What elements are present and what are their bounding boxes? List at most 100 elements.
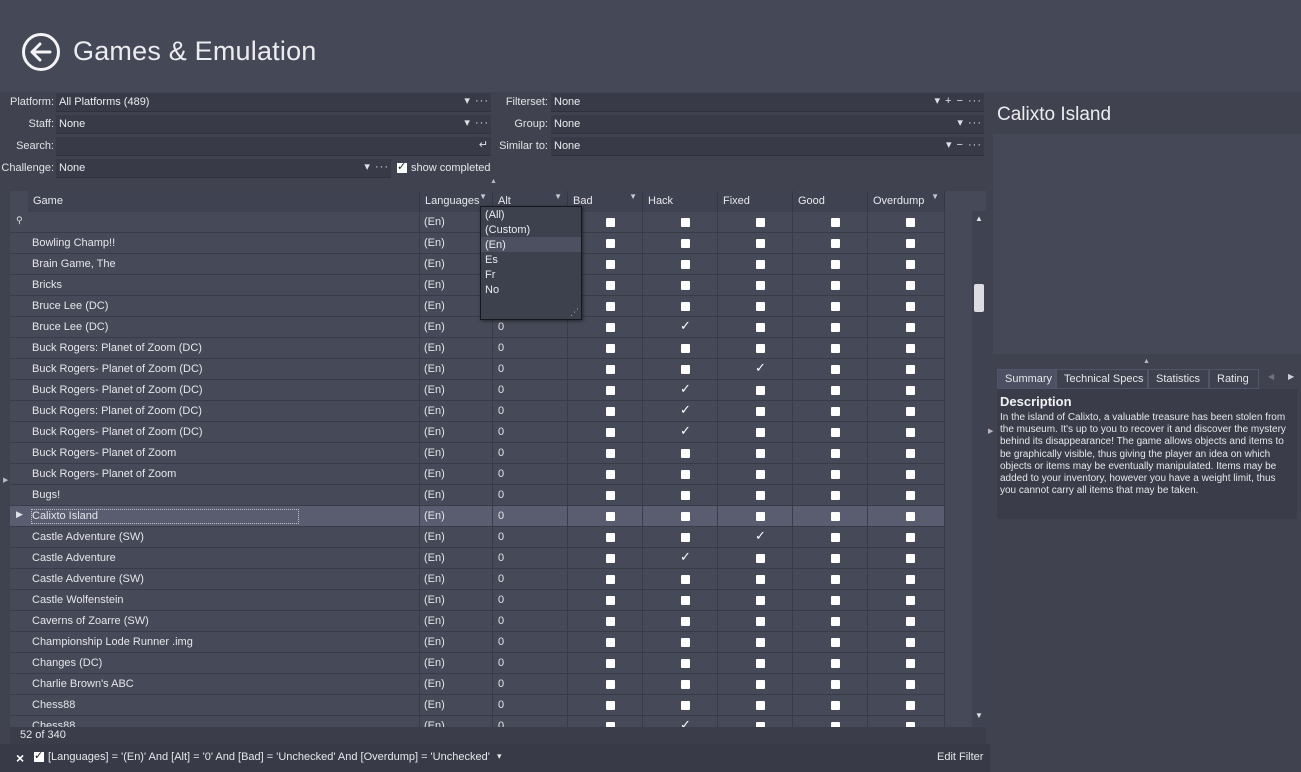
overdump-checkbox[interactable] bbox=[906, 365, 915, 374]
table-row[interactable]: Castle Adventure (SW) (En) 0 bbox=[10, 569, 945, 590]
bad-checkbox[interactable] bbox=[606, 428, 615, 437]
fixed-checkbox[interactable] bbox=[756, 554, 765, 563]
overdump-checkbox[interactable] bbox=[906, 302, 915, 311]
table-row[interactable]: Castle Adventure (SW) (En) 0 ✓ bbox=[10, 527, 945, 548]
table-row[interactable]: Buck Rogers- Planet of Zoom (DC) (En) 0 ✓ bbox=[10, 380, 945, 401]
table-row[interactable]: Castle Wolfenstein (En) 0 bbox=[10, 590, 945, 611]
fixed-checkbox[interactable] bbox=[756, 302, 765, 311]
table-row[interactable]: Bugs! (En) 0 bbox=[10, 485, 945, 506]
filter-enabled-checkbox[interactable]: ✓ bbox=[34, 751, 44, 762]
search-input[interactable]: ↵ bbox=[56, 137, 491, 156]
scroll-down-icon[interactable]: ▼ bbox=[975, 711, 983, 720]
clear-filter-icon[interactable]: × bbox=[16, 750, 24, 766]
good-checkbox[interactable] bbox=[831, 596, 840, 605]
overdump-checkbox[interactable] bbox=[906, 512, 915, 521]
scroll-up-icon[interactable]: ▲ bbox=[975, 214, 983, 223]
hack-checkbox[interactable] bbox=[681, 512, 690, 521]
expand-left-icon[interactable]: ▶ bbox=[3, 476, 8, 484]
good-checkbox[interactable] bbox=[831, 344, 840, 353]
fixed-checkbox[interactable] bbox=[756, 428, 765, 437]
table-row[interactable]: Bruce Lee (DC)(En)0 bbox=[10, 296, 945, 317]
auto-filter-row[interactable]: ⚲ (En) bbox=[10, 212, 945, 233]
bad-checkbox[interactable] bbox=[606, 575, 615, 584]
grid-cell[interactable] bbox=[493, 317, 568, 337]
table-row[interactable]: Castle Adventure (En) 0 ✓ bbox=[10, 548, 945, 569]
bad-checkbox[interactable] bbox=[606, 344, 615, 353]
bad-checkbox[interactable] bbox=[606, 512, 615, 521]
overdump-checkbox[interactable] bbox=[906, 260, 915, 269]
edit-filter-button[interactable]: Edit Filter bbox=[937, 751, 983, 763]
filter-icon[interactable]: ▼ bbox=[554, 192, 562, 201]
table-row[interactable]: Buck Rogers: Planet of Zoom (DC) (En) 0 bbox=[10, 338, 945, 359]
hack-checkbox[interactable] bbox=[681, 701, 690, 710]
vertical-scrollbar[interactable]: ▲ ▼ bbox=[972, 211, 986, 727]
hack-checkbox[interactable] bbox=[681, 533, 690, 542]
grid-cell[interactable] bbox=[493, 695, 568, 715]
grid-cell[interactable] bbox=[28, 485, 420, 505]
overdump-checkbox[interactable] bbox=[906, 386, 915, 395]
fixed-checkbox[interactable] bbox=[756, 575, 765, 584]
column-header-fixed[interactable]: Fixed bbox=[718, 191, 793, 212]
good-checkbox[interactable] bbox=[831, 323, 840, 332]
good-checkbox[interactable] bbox=[831, 365, 840, 374]
hack-checkbox[interactable] bbox=[681, 659, 690, 668]
bad-checkbox[interactable] bbox=[606, 659, 615, 668]
overdump-checkbox[interactable] bbox=[906, 428, 915, 437]
good-checkbox[interactable] bbox=[831, 491, 840, 500]
bad-checkbox[interactable] bbox=[606, 596, 615, 605]
fixed-checkbox[interactable] bbox=[756, 323, 765, 332]
table-row[interactable]: Chess88 (En) 0 bbox=[10, 695, 945, 716]
challenge-dropdown-icon[interactable]: ▾ ··· bbox=[364, 160, 389, 173]
table-row[interactable]: Chess88 (En) 0 ✓ bbox=[10, 716, 945, 727]
staff-dropdown-icon[interactable]: ▾ ··· bbox=[464, 116, 489, 129]
table-row[interactable]: Bruce Lee (DC) (En) 0 ✓ bbox=[10, 317, 945, 338]
splitter-up-icon[interactable]: ▲ bbox=[490, 178, 497, 185]
bad-checkbox[interactable] bbox=[606, 491, 615, 500]
grid-cell[interactable] bbox=[28, 716, 420, 727]
filter-icon[interactable]: ▼ bbox=[629, 192, 637, 201]
fixed-checkbox[interactable] bbox=[756, 659, 765, 668]
grid-cell[interactable] bbox=[28, 695, 420, 715]
filter-icon[interactable]: ▼ bbox=[479, 192, 487, 201]
overdump-checkbox[interactable] bbox=[906, 491, 915, 500]
bad-checkbox[interactable] bbox=[606, 554, 615, 563]
grid-cell[interactable] bbox=[493, 338, 568, 358]
grid-cell[interactable] bbox=[493, 464, 568, 484]
fixed-checkbox[interactable] bbox=[756, 449, 765, 458]
group-select[interactable]: None ▾ ··· bbox=[551, 115, 984, 134]
hack-checkbox[interactable] bbox=[681, 449, 690, 458]
table-row[interactable]: Brain Game, The(En)0 bbox=[10, 254, 945, 275]
bad-checkbox[interactable] bbox=[606, 638, 615, 647]
hack-checkbox[interactable] bbox=[681, 302, 690, 311]
hack-checkbox[interactable] bbox=[681, 680, 690, 689]
good-checkbox[interactable] bbox=[831, 281, 840, 290]
fixed-checkbox[interactable] bbox=[756, 701, 765, 710]
bad-checkbox[interactable] bbox=[606, 386, 615, 395]
bad-checkbox[interactable] bbox=[606, 470, 615, 479]
table-row[interactable]: Championship Lode Runner .img (En) 0 bbox=[10, 632, 945, 653]
overdump-checkbox[interactable] bbox=[906, 239, 915, 248]
column-header-good[interactable]: Good bbox=[793, 191, 868, 212]
fixed-checkbox[interactable] bbox=[756, 344, 765, 353]
good-checkbox[interactable] bbox=[831, 554, 840, 563]
table-row[interactable]: Buck Rogers- Planet of Zoom (En) 0 bbox=[10, 464, 945, 485]
filterset-dropdown-icon[interactable]: ▾ + − ··· bbox=[934, 94, 982, 107]
splitter-up-icon[interactable]: ▲ bbox=[1143, 358, 1150, 365]
column-header-overdump[interactable]: Overdump ▼ bbox=[868, 191, 945, 212]
good-checkbox[interactable] bbox=[831, 617, 840, 626]
overdump-checkbox[interactable] bbox=[906, 701, 915, 710]
hack-checkbox[interactable] bbox=[681, 638, 690, 647]
overdump-checkbox[interactable] bbox=[906, 344, 915, 353]
fixed-checkbox[interactable] bbox=[756, 218, 765, 227]
hack-checkbox[interactable] bbox=[681, 239, 690, 248]
bad-checkbox[interactable] bbox=[606, 281, 615, 290]
similar-dropdown-icon[interactable]: ▾ − ··· bbox=[946, 138, 982, 151]
good-checkbox[interactable] bbox=[831, 407, 840, 416]
hack-checkbox-checked[interactable]: ✓ bbox=[680, 717, 691, 727]
hack-checkbox[interactable] bbox=[681, 491, 690, 500]
language-option[interactable]: (All) bbox=[481, 207, 581, 222]
fixed-checkbox[interactable] bbox=[756, 260, 765, 269]
hack-checkbox-checked[interactable]: ✓ bbox=[680, 318, 691, 334]
column-header-game[interactable]: Game bbox=[28, 191, 420, 212]
table-row[interactable]: Bricks(En)0 bbox=[10, 275, 945, 296]
